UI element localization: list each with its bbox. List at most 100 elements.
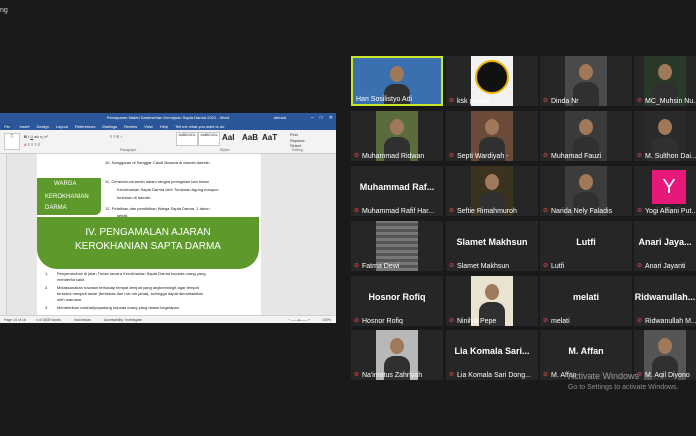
paste-button[interactable]: 📋 xyxy=(4,133,20,150)
mic-muted-icon: ⊘ xyxy=(354,372,360,378)
participant-tile[interactable]: ⊘ Muhammad Ridwan xyxy=(351,111,443,161)
participant-name: ⊘ Ninilya Pepe xyxy=(449,318,497,325)
mic-muted-icon: ⊘ xyxy=(637,153,643,159)
participant-display-name: Ridwanullah... xyxy=(634,292,696,302)
shared-screen[interactable]: Pemaparan Materi Sarahsehan Kemajuan Sap… xyxy=(0,113,336,323)
participant-tile[interactable]: Anari Jaya... ⊘ Anari Jayanti xyxy=(634,221,696,271)
group-paragraph: Paragraph xyxy=(120,148,137,152)
tab-insert[interactable]: Insert xyxy=(19,124,29,129)
participant-tile[interactable]: Ridwanullah... ⊘ Ridwanullah M... xyxy=(634,276,696,326)
tell-me-input[interactable]: Tell me what you want to do xyxy=(175,124,224,129)
participant-tile[interactable]: melati ⊘ melati xyxy=(540,276,632,326)
participant-tile[interactable]: ⊘ MC_Muhsin Nu... xyxy=(634,56,696,106)
tab-references[interactable]: References xyxy=(75,124,95,129)
status-zoom: 100% xyxy=(322,318,331,322)
mic-muted-icon: ⊘ xyxy=(543,263,549,269)
participant-name: ⊘ Lutfi xyxy=(543,263,565,270)
status-words: 4 of 3005 words xyxy=(36,318,61,322)
participant-name: ⊘ Hosnor Rofiq xyxy=(354,318,403,325)
status-page: Page 14 of 16 xyxy=(4,318,26,322)
participant-tile[interactable]: ⊘ Dinda Nr xyxy=(540,56,632,106)
mic-muted-icon: ⊘ xyxy=(354,263,360,269)
mic-muted-icon: ⊘ xyxy=(449,263,455,269)
participant-name: ⊘ Yogi Alfiani Put... xyxy=(637,208,696,215)
doc-item-11b: Kerokhanian Sapta Darma oleh Tuntunan Ag… xyxy=(117,187,219,192)
font-controls[interactable]: B I U ab x₂ x² xyxy=(24,134,48,139)
participant-display-name: Slamet Makhsun xyxy=(456,237,528,247)
word-user: ahmad xyxy=(273,115,286,120)
close-icon[interactable]: ✕ xyxy=(329,115,333,121)
person-head-icon xyxy=(390,119,404,135)
style-title[interactable]: AaT xyxy=(262,133,277,142)
participant-tile[interactable]: ⊘ Septi Wardiyah - xyxy=(446,111,538,161)
mic-muted-icon: ⊘ xyxy=(543,318,549,324)
zoom-slider[interactable]: − ——●—— + xyxy=(288,318,310,322)
participant-display-name: Anari Jaya... xyxy=(638,237,692,247)
banner-title-line1: IV. PENGAMALAN AJARAN xyxy=(85,227,211,238)
person-head-icon xyxy=(485,119,499,135)
maximize-icon[interactable]: □ xyxy=(320,115,323,121)
group-editing: Editing xyxy=(292,148,303,152)
mic-muted-icon: ⊘ xyxy=(354,153,360,159)
participant-tile[interactable]: ⊘ Fatma Dewi xyxy=(351,221,443,271)
doc-item-10: 10. Sanggaran di Sanggar Candi Busana di… xyxy=(105,160,211,165)
participant-tile[interactable]: ⊘ M. Aqil Diyono xyxy=(634,330,696,380)
participant-display-name: Lia Komala Sari... xyxy=(454,346,530,356)
banner-title-line2: KEROKHANIAN SAPTA DARMA xyxy=(75,241,221,252)
participant-display-name: Lutfi xyxy=(576,237,596,247)
activation-watermark: Activate Windows xyxy=(568,371,640,381)
tab-design[interactable]: Design xyxy=(36,124,48,129)
person-head-icon xyxy=(579,64,593,80)
document-area[interactable]: 10. Sanggaran di Sanggar Candi Busana di… xyxy=(0,154,336,315)
minimize-icon[interactable]: – xyxy=(311,115,314,121)
document-page[interactable]: 10. Sanggaran di Sanggar Candi Busana di… xyxy=(37,154,261,315)
style-heading1[interactable]: AaI xyxy=(222,133,234,142)
tab-mailings[interactable]: Mailings xyxy=(102,124,117,129)
callout-line2: KEROKHANIAN xyxy=(45,194,89,200)
tab-help[interactable]: Help xyxy=(160,124,168,129)
tab-file[interactable]: File xyxy=(2,123,13,129)
ribbon: 📋 B I U ab x₂ x² A ≡ ≡ ≡ ≡ ≡ ≡ ¶ ↕ AaBbC… xyxy=(0,130,336,154)
participant-display-name: Hosnor Rofiq xyxy=(368,292,426,302)
paragraph-controls[interactable]: ≡ ≡ ¶ ↕ xyxy=(110,134,122,139)
doc-item-11c: tuntunan di daerah. xyxy=(117,195,152,200)
participant-tile[interactable]: Y ⊘ Yogi Alfiani Put... xyxy=(634,166,696,216)
participant-name: ⊘ Muhamad Fauzi xyxy=(543,153,602,160)
participant-tile[interactable]: ⊘ Na'imatus Zahriyah xyxy=(351,330,443,380)
mic-muted-icon: ⊘ xyxy=(543,98,549,104)
style-heading2[interactable]: AaB xyxy=(242,133,258,142)
style-normal[interactable]: AaBbCcDc xyxy=(176,132,198,146)
participant-tile[interactable]: ⊘ M. Sulthon Dai... xyxy=(634,111,696,161)
activation-watermark-sub: Go to Settings to activate Windows. xyxy=(568,384,679,391)
callout-shape: WARGA KEROKHANIAN DARMA xyxy=(37,178,101,215)
doc-item-11a: 11. Ceramah-ceramah dalam rangka peringa… xyxy=(105,179,209,184)
person-head-icon xyxy=(579,174,593,190)
participant-tile[interactable]: Slamet Makhsun ⊘ Slamet Makhsun xyxy=(446,221,538,271)
zoom-meeting: ng Pemaparan Materi Sarahsehan Kemajuan … xyxy=(0,0,696,436)
participant-tile[interactable]: Lia Komala Sari... ⊘ Lia Komala Sari Dong.… xyxy=(446,330,538,380)
participant-name: ⊘ M. Aqil Diyono xyxy=(637,372,690,379)
word-status-bar: Page 14 of 16 4 of 3005 words Indonesian… xyxy=(0,315,336,323)
participant-tile[interactable]: ⊘ Narida Nely Faladis xyxy=(540,166,632,216)
participant-tile[interactable]: ⊘ Seftie Rimahmuroh xyxy=(446,166,538,216)
participant-tile[interactable]: Lutfi ⊘ Lutfi xyxy=(540,221,632,271)
participant-tile[interactable]: ⊘ Ninilya Pepe xyxy=(446,276,538,326)
tab-layout[interactable]: Layout xyxy=(56,124,68,129)
participant-name: ⊘ melati xyxy=(543,318,570,325)
tab-review[interactable]: Review xyxy=(124,124,137,129)
doc-p3: Memberikan nasihat/pepadang kepada orang… xyxy=(57,305,180,310)
style-no-spacing[interactable]: AaBbCcDc xyxy=(198,132,220,146)
participant-tile[interactable]: Hari Sosilistyo Adi xyxy=(351,56,443,106)
participant-tile[interactable]: Hosnor Rofiq ⊘ Hosnor Rofiq xyxy=(351,276,443,326)
tab-view[interactable]: View xyxy=(144,124,153,129)
list-number-2: 2. xyxy=(45,285,49,290)
word-title-bar: Pemaparan Materi Sarahsehan Kemajuan Sap… xyxy=(0,113,336,122)
participant-name: ⊘ Lia Komala Sari Dong... xyxy=(449,372,531,379)
participant-tile[interactable]: ⊘ Muhamad Fauzi xyxy=(540,111,632,161)
participant-tile[interactable]: Muhammad Raf... ⊘ Muhammad Rafif Har... xyxy=(351,166,443,216)
mic-muted-icon: ⊘ xyxy=(449,153,455,159)
font-color-controls[interactable]: A ≡ ≡ ≡ ≡ xyxy=(24,142,40,147)
mic-muted-icon: ⊘ xyxy=(354,318,360,324)
participant-tile[interactable]: ⊘ ksk panitia xyxy=(446,56,538,106)
doc-item-12a: 12. Pelatihan dan pendidikan Warga Sapta… xyxy=(105,206,210,211)
